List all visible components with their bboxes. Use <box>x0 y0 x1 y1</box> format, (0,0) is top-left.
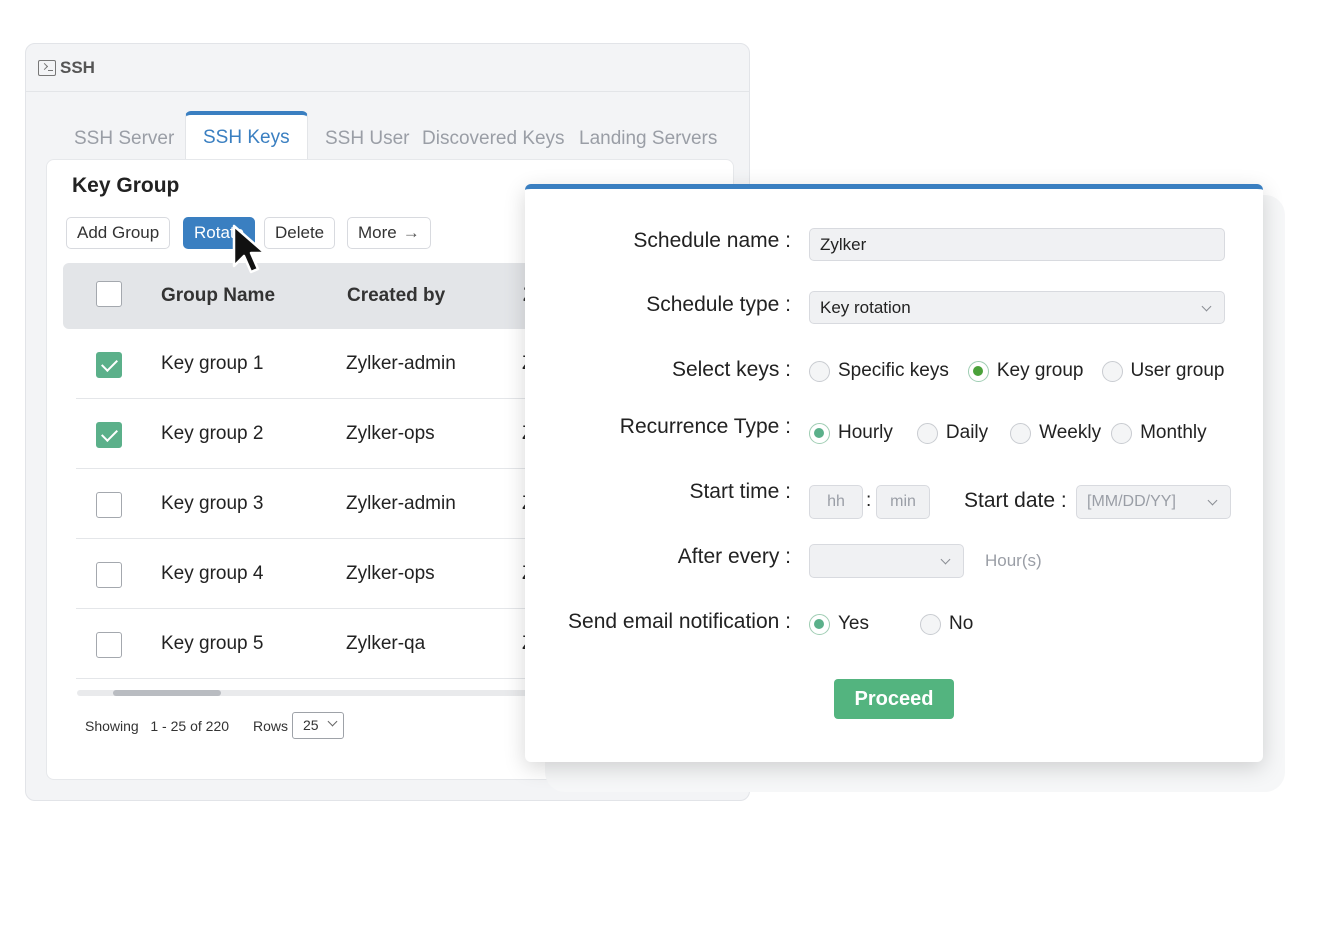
mouse-cursor-icon <box>232 224 267 274</box>
schedule-type-select[interactable]: Key rotation <box>809 291 1225 324</box>
page-range: 1 - 25 <box>150 718 187 734</box>
after-every-select[interactable] <box>809 544 964 578</box>
row-created-by: Zylker-qa <box>346 633 426 654</box>
radio-label-daily: Daily <box>945 422 989 443</box>
chevron-down-icon <box>1201 301 1212 312</box>
schedule-name-label: Schedule name : <box>633 229 791 252</box>
row-checkbox[interactable] <box>96 422 122 448</box>
radio-yes[interactable] <box>809 613 830 635</box>
schedule-type-label: Schedule type : <box>646 293 791 316</box>
row-group-name: Key group 2 <box>161 423 264 444</box>
schedule-dialog: Schedule name : Zylker Schedule type : K… <box>525 184 1263 762</box>
radio-hourly[interactable] <box>809 422 830 444</box>
rows-label: Rows <box>253 718 289 734</box>
start-date-label: Start date : <box>964 489 1067 512</box>
radio-label-no: No <box>949 613 974 634</box>
delete-button[interactable]: Delete <box>264 217 336 249</box>
row-created-by: Zylker-admin <box>346 493 456 514</box>
total-count: 220 <box>205 718 230 734</box>
email-radio-group: Yes No <box>809 613 973 635</box>
radio-no[interactable] <box>920 613 941 635</box>
radio-label-hourly: Hourly <box>838 422 893 443</box>
more-button[interactable]: More → <box>347 217 431 249</box>
radio-label-specific-keys: Specific keys <box>838 360 949 381</box>
arrow-right-icon: → <box>402 223 420 242</box>
row-created-by: Zylker-ops <box>346 563 435 584</box>
scrollbar-thumb[interactable] <box>113 690 221 696</box>
schedule-name-input[interactable]: Zylker <box>809 228 1225 261</box>
more-label: More <box>358 223 397 242</box>
time-separator: : <box>866 490 872 511</box>
chevron-down-icon <box>940 554 951 565</box>
column-created-by[interactable]: Created by <box>347 285 445 307</box>
start-time-label: Start time : <box>689 480 791 503</box>
radio-weekly[interactable] <box>1010 422 1032 444</box>
after-every-unit: Hour(s) <box>985 551 1042 570</box>
tab-landing-servers[interactable]: Landing Servers <box>579 111 717 159</box>
window-title: SSH <box>60 57 95 77</box>
window-header: SSH <box>26 44 749 92</box>
select-keys-radio-group: Specific keys Key group User group <box>809 360 1225 382</box>
panel-title: Key Group <box>72 174 180 197</box>
radio-label-weekly: Weekly <box>1039 422 1102 443</box>
row-group-name: Key group 4 <box>161 563 264 584</box>
start-date-picker[interactable]: [MM/DD/YY] <box>1076 485 1231 519</box>
schedule-type-value: Key rotation <box>820 298 911 317</box>
of-label: of <box>190 718 202 734</box>
row-group-name: Key group 1 <box>161 353 264 374</box>
radio-label-monthly: Monthly <box>1140 422 1207 443</box>
add-group-button[interactable]: Add Group <box>66 217 171 249</box>
radio-label-yes: Yes <box>838 613 869 634</box>
radio-specific-keys[interactable] <box>809 360 830 382</box>
row-group-name: Key group 3 <box>161 493 264 514</box>
radio-label-key-group: Key group <box>996 360 1084 381</box>
tab-ssh-server[interactable]: SSH Server <box>74 111 174 159</box>
row-checkbox[interactable] <box>96 492 122 518</box>
recurrence-type-label: Recurrence Type : <box>619 415 791 438</box>
rows-per-page-select[interactable]: 25 <box>292 712 344 739</box>
tab-ssh-keys[interactable]: SSH Keys <box>185 111 308 159</box>
showing-label: Showing <box>85 718 139 734</box>
tab-bar: SSH Server SSH Keys SSH User Discovered … <box>26 111 749 159</box>
row-created-by: Zylker-ops <box>346 423 435 444</box>
row-created-by: Zylker-admin <box>346 353 456 374</box>
row-group-name: Key group 5 <box>161 633 264 654</box>
radio-user-group[interactable] <box>1101 360 1123 382</box>
select-all-checkbox[interactable] <box>96 281 122 307</box>
start-date-placeholder: [MM/DD/YY] <box>1087 493 1176 510</box>
rows-per-page-value: 25 <box>303 717 319 733</box>
email-notification-label: Send email notification : <box>568 610 791 633</box>
radio-monthly[interactable] <box>1111 422 1133 444</box>
pagination-info: Showing 1 - 25 of 220 <box>85 718 229 734</box>
column-group-name[interactable]: Group Name <box>161 285 275 307</box>
tab-ssh-user[interactable]: SSH User <box>325 111 409 159</box>
select-keys-label: Select keys : <box>671 358 791 381</box>
chevron-down-icon <box>1207 495 1218 506</box>
radio-daily[interactable] <box>916 422 938 444</box>
hour-input[interactable]: hh <box>809 485 863 519</box>
chevron-down-icon <box>327 716 338 727</box>
minute-input[interactable]: min <box>876 485 930 519</box>
after-every-label: After every : <box>677 545 791 568</box>
recurrence-radio-group: Hourly Daily Weekly Monthly <box>809 422 1207 444</box>
proceed-button[interactable]: Proceed <box>834 679 954 719</box>
row-checkbox[interactable] <box>96 562 122 588</box>
radio-key-group[interactable] <box>967 360 989 382</box>
row-checkbox[interactable] <box>96 352 122 378</box>
terminal-icon <box>38 59 56 76</box>
radio-label-user-group: User group <box>1130 360 1225 381</box>
row-checkbox[interactable] <box>96 632 122 658</box>
tab-discovered-keys[interactable]: Discovered Keys <box>422 111 565 159</box>
